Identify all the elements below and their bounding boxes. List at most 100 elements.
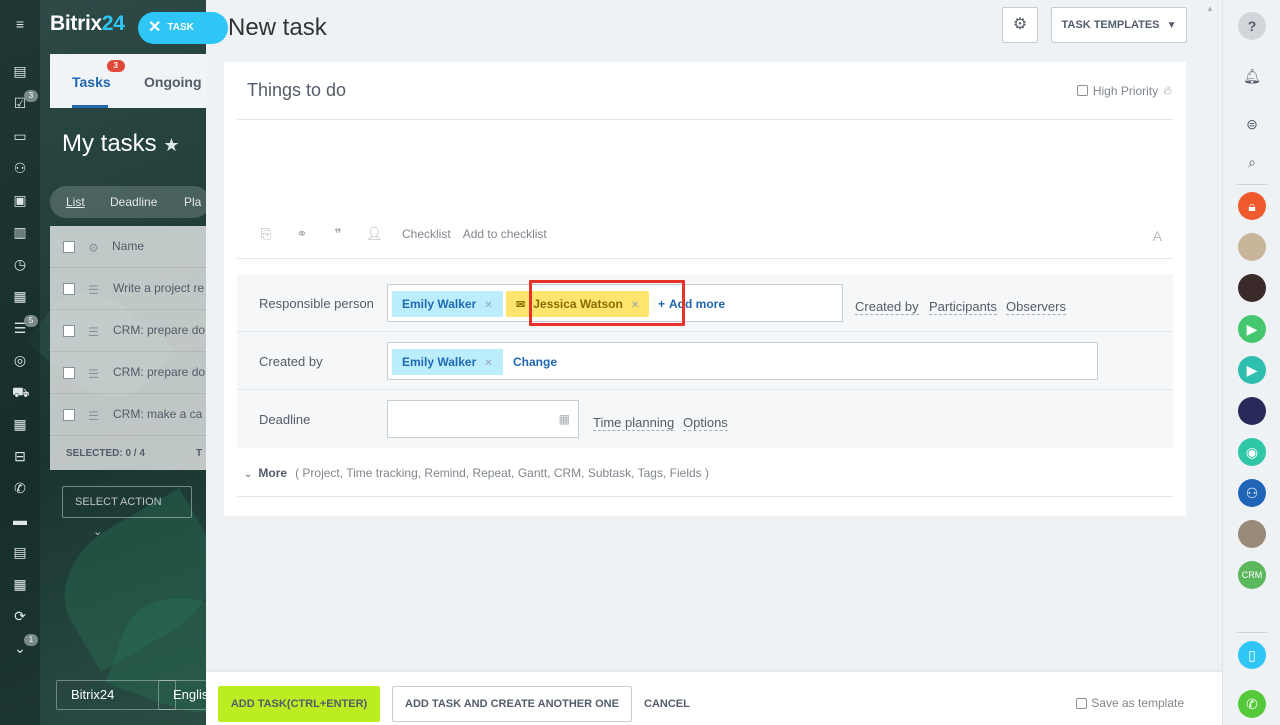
task-title-input[interactable]: Things to do <box>247 80 346 101</box>
apps-grid-icon[interactable]: ▦ <box>12 416 28 432</box>
time-planning-link[interactable]: Time planning <box>593 415 675 431</box>
user-chip-jessica-watson[interactable]: ✉ Jessica Watson ✕ <box>506 291 650 317</box>
phone-icon[interactable]: ✆ <box>12 480 28 496</box>
more-section-toggle[interactable]: ⌄ More ( Project, Time tracking, Remind, R… <box>244 466 709 480</box>
contacts-icon[interactable]: ▣ <box>12 192 28 208</box>
mobile-app-icon[interactable]: ▯ <box>1238 641 1266 669</box>
task-templates-button[interactable]: TASK TEMPLATES ▼ <box>1051 7 1187 43</box>
row-title[interactable]: CRM: prepare do <box>113 323 205 337</box>
row-title[interactable]: CRM: make a ca <box>113 407 202 421</box>
row-title[interactable]: Write a project re <box>113 281 204 295</box>
scroll-up-arrow[interactable]: ▲ <box>1206 4 1214 13</box>
select-all-checkbox[interactable] <box>63 241 75 253</box>
store-icon[interactable]: ▬ <box>12 512 28 528</box>
chat-icon[interactable]: ▭ <box>12 128 28 144</box>
help-icon[interactable]: ? <box>1238 12 1266 40</box>
video-icon[interactable]: ▥ <box>12 224 28 240</box>
link-icon[interactable]: ⚭ <box>294 226 310 242</box>
open-channel-icon[interactable]: ◉ <box>1238 438 1266 466</box>
row-checkbox[interactable] <box>63 325 75 337</box>
table-row[interactable]: ☰ CRM: make a ca <box>50 394 206 436</box>
add-task-and-create-another-button[interactable]: ADD TASK AND CREATE ANOTHER ONE <box>392 686 632 722</box>
add-to-checklist-button[interactable]: Add to checklist <box>463 227 547 241</box>
cancel-button[interactable]: CANCEL <box>644 686 690 722</box>
group-chat-icon[interactable]: ⚇ <box>1238 479 1266 507</box>
chevron-down-icon: ⌄ <box>244 469 253 480</box>
responsible-person-field[interactable]: Emily Walker ✕ ✉ Jessica Watson ✕ + Add more <box>387 284 843 322</box>
row-title[interactable]: CRM: prepare do <box>113 365 205 379</box>
save-as-template-checkbox[interactable] <box>1076 697 1088 709</box>
deadline-input[interactable]: ▦ <box>387 400 579 438</box>
grid-header-name[interactable]: Name <box>112 239 144 253</box>
menu-icon[interactable]: ≡ <box>12 16 28 32</box>
clock-icon[interactable]: ◷ <box>12 256 28 272</box>
checklist-button[interactable]: Checklist <box>402 227 451 241</box>
table-row[interactable]: ☰ CRM: prepare do <box>50 352 206 394</box>
remove-icon[interactable]: ✕ <box>484 358 492 369</box>
participants-link[interactable]: Participants <box>929 299 997 315</box>
observers-link[interactable]: Observers <box>1006 299 1066 315</box>
user-chip-emily-walker[interactable]: Emily Walker ✕ <box>392 291 503 317</box>
file-attach-icon[interactable]: ⎘ <box>258 226 274 242</box>
description-editor[interactable] <box>237 122 1173 218</box>
video-conference-icon[interactable]: ▶ <box>1238 356 1266 384</box>
lock-icon[interactable]: 🔒︎ <box>1238 192 1266 220</box>
row-checkbox[interactable] <box>63 409 75 421</box>
add-task-button[interactable]: ADD TASK(CTRL+ENTER) <box>218 686 380 722</box>
user-chip-emily-walker[interactable]: Emily Walker ✕ <box>392 349 503 375</box>
text-format-icon[interactable]: A <box>1153 228 1162 244</box>
change-link[interactable]: Change <box>513 349 557 375</box>
row-checkbox[interactable] <box>63 283 75 295</box>
feed-icon[interactable]: ▤ <box>12 63 28 79</box>
tab-ongoing[interactable]: Ongoing 1 <box>144 74 202 90</box>
mention-person-icon[interactable]: 👤︎ <box>366 226 383 242</box>
search-icon[interactable]: ⌕ <box>1243 154 1261 172</box>
cart-icon[interactable]: ⛟ <box>12 384 30 400</box>
view-planner[interactable]: Pla <box>184 195 201 209</box>
close-task-pill[interactable]: ✕ TASK <box>138 12 228 44</box>
remove-icon[interactable]: ✕ <box>484 300 492 311</box>
inbox-icon[interactable]: ⊟ <box>12 448 28 464</box>
avatar[interactable] <box>1238 274 1266 302</box>
schedule-icon[interactable]: ▦ <box>12 576 28 592</box>
settings-button[interactable]: ⚙ <box>1002 7 1038 43</box>
avatar[interactable] <box>1238 233 1266 261</box>
chat-search-icon[interactable]: ⊜ <box>1238 110 1266 138</box>
table-row[interactable]: ☰ Write a project re <box>50 268 206 310</box>
view-deadline[interactable]: Deadline <box>110 195 157 209</box>
remove-icon[interactable]: ✕ <box>631 300 639 311</box>
bell-icon[interactable]: 🔔︎ <box>1238 62 1266 90</box>
target-icon[interactable]: ◎ <box>12 352 28 368</box>
created-by-link[interactable]: Created by <box>855 299 919 315</box>
tab-tasks[interactable]: Tasks 3 <box>72 60 125 90</box>
selected-count-suffix: T <box>196 448 203 459</box>
view-list[interactable]: List <box>66 195 85 209</box>
avatar[interactable] <box>1238 397 1266 425</box>
phone-call-icon[interactable]: ✆ <box>1238 690 1266 718</box>
add-more-link[interactable]: + Add more <box>658 291 725 317</box>
avatar[interactable] <box>1238 520 1266 548</box>
document-icon[interactable]: ▤ <box>12 544 28 560</box>
groups-icon[interactable]: ⚇ <box>12 160 28 176</box>
save-as-template-toggle[interactable]: Save as template <box>1076 696 1184 710</box>
sync-icon[interactable]: ⟳ <box>12 608 28 624</box>
high-priority-toggle[interactable]: High Priority 🔥︎ <box>1076 83 1172 98</box>
drag-handle-icon[interactable]: ☰ <box>88 283 99 297</box>
high-priority-checkbox[interactable] <box>1076 85 1088 96</box>
drag-handle-icon[interactable]: ☰ <box>88 325 99 339</box>
crm-chat-icon[interactable]: CRM <box>1238 561 1266 589</box>
select-action-dropdown[interactable]: SELECT ACTION ⌄ <box>62 486 192 538</box>
star-icon[interactable]: ★ <box>163 135 179 155</box>
calendar-icon[interactable]: ▦ <box>12 288 28 304</box>
drag-handle-icon[interactable]: ☰ <box>88 409 99 423</box>
created-by-field[interactable]: Emily Walker ✕ Change <box>387 342 1098 380</box>
grid-settings-icon[interactable]: ⚙ <box>88 241 99 255</box>
drag-handle-icon[interactable]: ☰ <box>88 367 99 381</box>
quote-icon[interactable]: ❞ <box>330 226 346 242</box>
options-link[interactable]: Options <box>683 415 728 431</box>
calendar-icon[interactable]: ▦ <box>559 412 570 426</box>
video-call-icon[interactable]: ▶ <box>1238 315 1266 343</box>
row-checkbox[interactable] <box>63 367 75 379</box>
language-button[interactable]: Englis <box>158 680 206 710</box>
table-row[interactable]: ☰ CRM: prepare do <box>50 310 206 352</box>
